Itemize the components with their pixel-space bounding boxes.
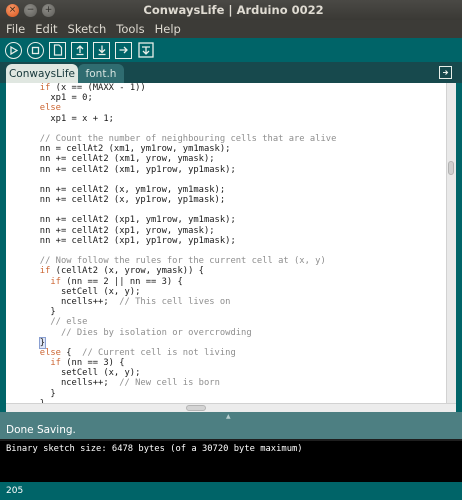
tab-conwayslife[interactable]: ConwaysLife (6, 64, 78, 83)
code-line: // Count the number of neighbouring cell… (39, 133, 337, 144)
footer-bar: 205 (0, 482, 462, 500)
upload-button[interactable] (115, 41, 132, 59)
code-line: setCell (x, y); (8, 286, 141, 297)
code-line: if (nn == 2 || nn == 3) { (50, 276, 183, 287)
line-number: 205 (6, 486, 24, 496)
serial-monitor-button[interactable] (137, 42, 154, 59)
serial-monitor-icon (137, 42, 154, 58)
code-line: if (x == (MAXX - 1)) (39, 83, 146, 93)
status-bar: Done Saving. (0, 420, 462, 439)
maximize-window-button[interactable]: + (42, 3, 55, 17)
code-line: xp1 = x + 1; (8, 113, 114, 124)
verify-button[interactable] (5, 41, 22, 59)
console-output: Binary sketch size: 6478 bytes (of a 307… (0, 439, 462, 482)
code-text[interactable]: if (x == (MAXX - 1)) xp1 = 0; else xp1 =… (8, 83, 446, 403)
horizontal-scroll-thumb[interactable] (186, 405, 206, 411)
menu-tools[interactable]: Tools (111, 22, 149, 36)
code-line: nn += cellAt2 (xp1, ym1row, ym1mask); (8, 215, 236, 226)
console-message: Binary sketch size: 6478 bytes (of a 307… (6, 444, 303, 454)
open-button[interactable] (71, 41, 88, 59)
arrow-right-icon (443, 70, 449, 75)
code-editor[interactable]: if (x == (MAXX - 1)) xp1 = 0; else xp1 =… (6, 83, 456, 403)
code-line: // Now follow the rules for the current … (39, 256, 326, 267)
pane-divider[interactable]: ▲ (0, 412, 462, 420)
code-line: xp1 = 0; (8, 93, 93, 104)
stop-icon (31, 46, 40, 54)
code-line: else (39, 103, 61, 114)
code-line: nn += cellAt2 (x, ym1row, ym1mask); (8, 184, 226, 195)
code-line: // Dies by isolation or overcrowding (60, 327, 252, 338)
code-line: ​ (8, 124, 446, 134)
code-line: } (8, 307, 56, 318)
code-line: ​ (8, 175, 446, 185)
code-line: nn += cellAt2 (xp1, yrow, ymask); (8, 225, 215, 236)
status-message: Done Saving. (6, 423, 76, 436)
code-line: nn += cellAt2 (x, yp1row, yp1mask); (8, 195, 226, 206)
code-line: nn += cellAt2 (xm1, yrow, ymask); (8, 154, 215, 165)
divider-grip-icon: ▲ (226, 413, 231, 420)
open-arrow-up-icon (76, 45, 83, 56)
code-line: } (38, 336, 47, 349)
close-window-button[interactable]: × (6, 3, 19, 17)
arduino-ide-window: × − + ConwaysLife | Arduino 0022 File Ed… (0, 0, 462, 500)
code-line: ncells++; // New cell is born (8, 378, 220, 389)
new-file-icon (53, 44, 62, 56)
code-line: ncells++; // This cell lives on (8, 296, 231, 307)
stop-button[interactable] (27, 41, 44, 59)
menu-sketch[interactable]: Sketch (63, 22, 112, 36)
tab-menu-button[interactable] (439, 66, 452, 79)
new-button[interactable] (49, 41, 66, 59)
tab-bar: ConwaysLife font.h (0, 62, 462, 83)
window-title: ConwaysLife | Arduino 0022 (143, 3, 324, 17)
code-line: nn = cellAt2 (xm1, ym1row, ym1mask); (8, 144, 231, 155)
save-arrow-down-icon (98, 45, 105, 56)
menu-edit[interactable]: Edit (30, 22, 62, 36)
code-line: ​ (8, 205, 446, 215)
menu-help[interactable]: Help (150, 22, 186, 36)
menu-bar: File Edit Sketch Tools Help (0, 20, 462, 38)
title-bar[interactable]: × − + ConwaysLife | Arduino 0022 (0, 0, 462, 20)
code-line: } (8, 388, 56, 399)
code-line: ​ (8, 246, 446, 256)
code-line: setCell (x, y); (8, 368, 141, 379)
horizontal-scrollbar[interactable] (6, 403, 456, 412)
code-line: nn += cellAt2 (xp1, yp1row, yp1mask); (8, 235, 236, 246)
toolbar (0, 38, 462, 62)
vertical-scroll-thumb[interactable] (448, 161, 454, 175)
save-button[interactable] (93, 41, 110, 59)
play-icon (10, 45, 18, 55)
close-icon: × (8, 5, 17, 15)
code-line: if (nn == 3) { (50, 358, 125, 369)
upload-arrow-right-icon (119, 46, 128, 54)
code-line: if (cellAt2 (x, yrow, ymask)) { (39, 266, 204, 277)
vertical-scrollbar[interactable] (446, 83, 456, 403)
minimize-icon: − (26, 5, 35, 15)
code-line: nn += cellAt2 (xm1, yp1row, yp1mask); (8, 164, 236, 175)
tab-font-h[interactable]: font.h (78, 64, 124, 83)
minimize-window-button[interactable]: − (24, 3, 37, 17)
code-line: // else (50, 317, 88, 328)
code-line: else { // Current cell is not living (39, 347, 236, 358)
menu-file[interactable]: File (0, 22, 30, 36)
maximize-icon: + (44, 5, 53, 15)
